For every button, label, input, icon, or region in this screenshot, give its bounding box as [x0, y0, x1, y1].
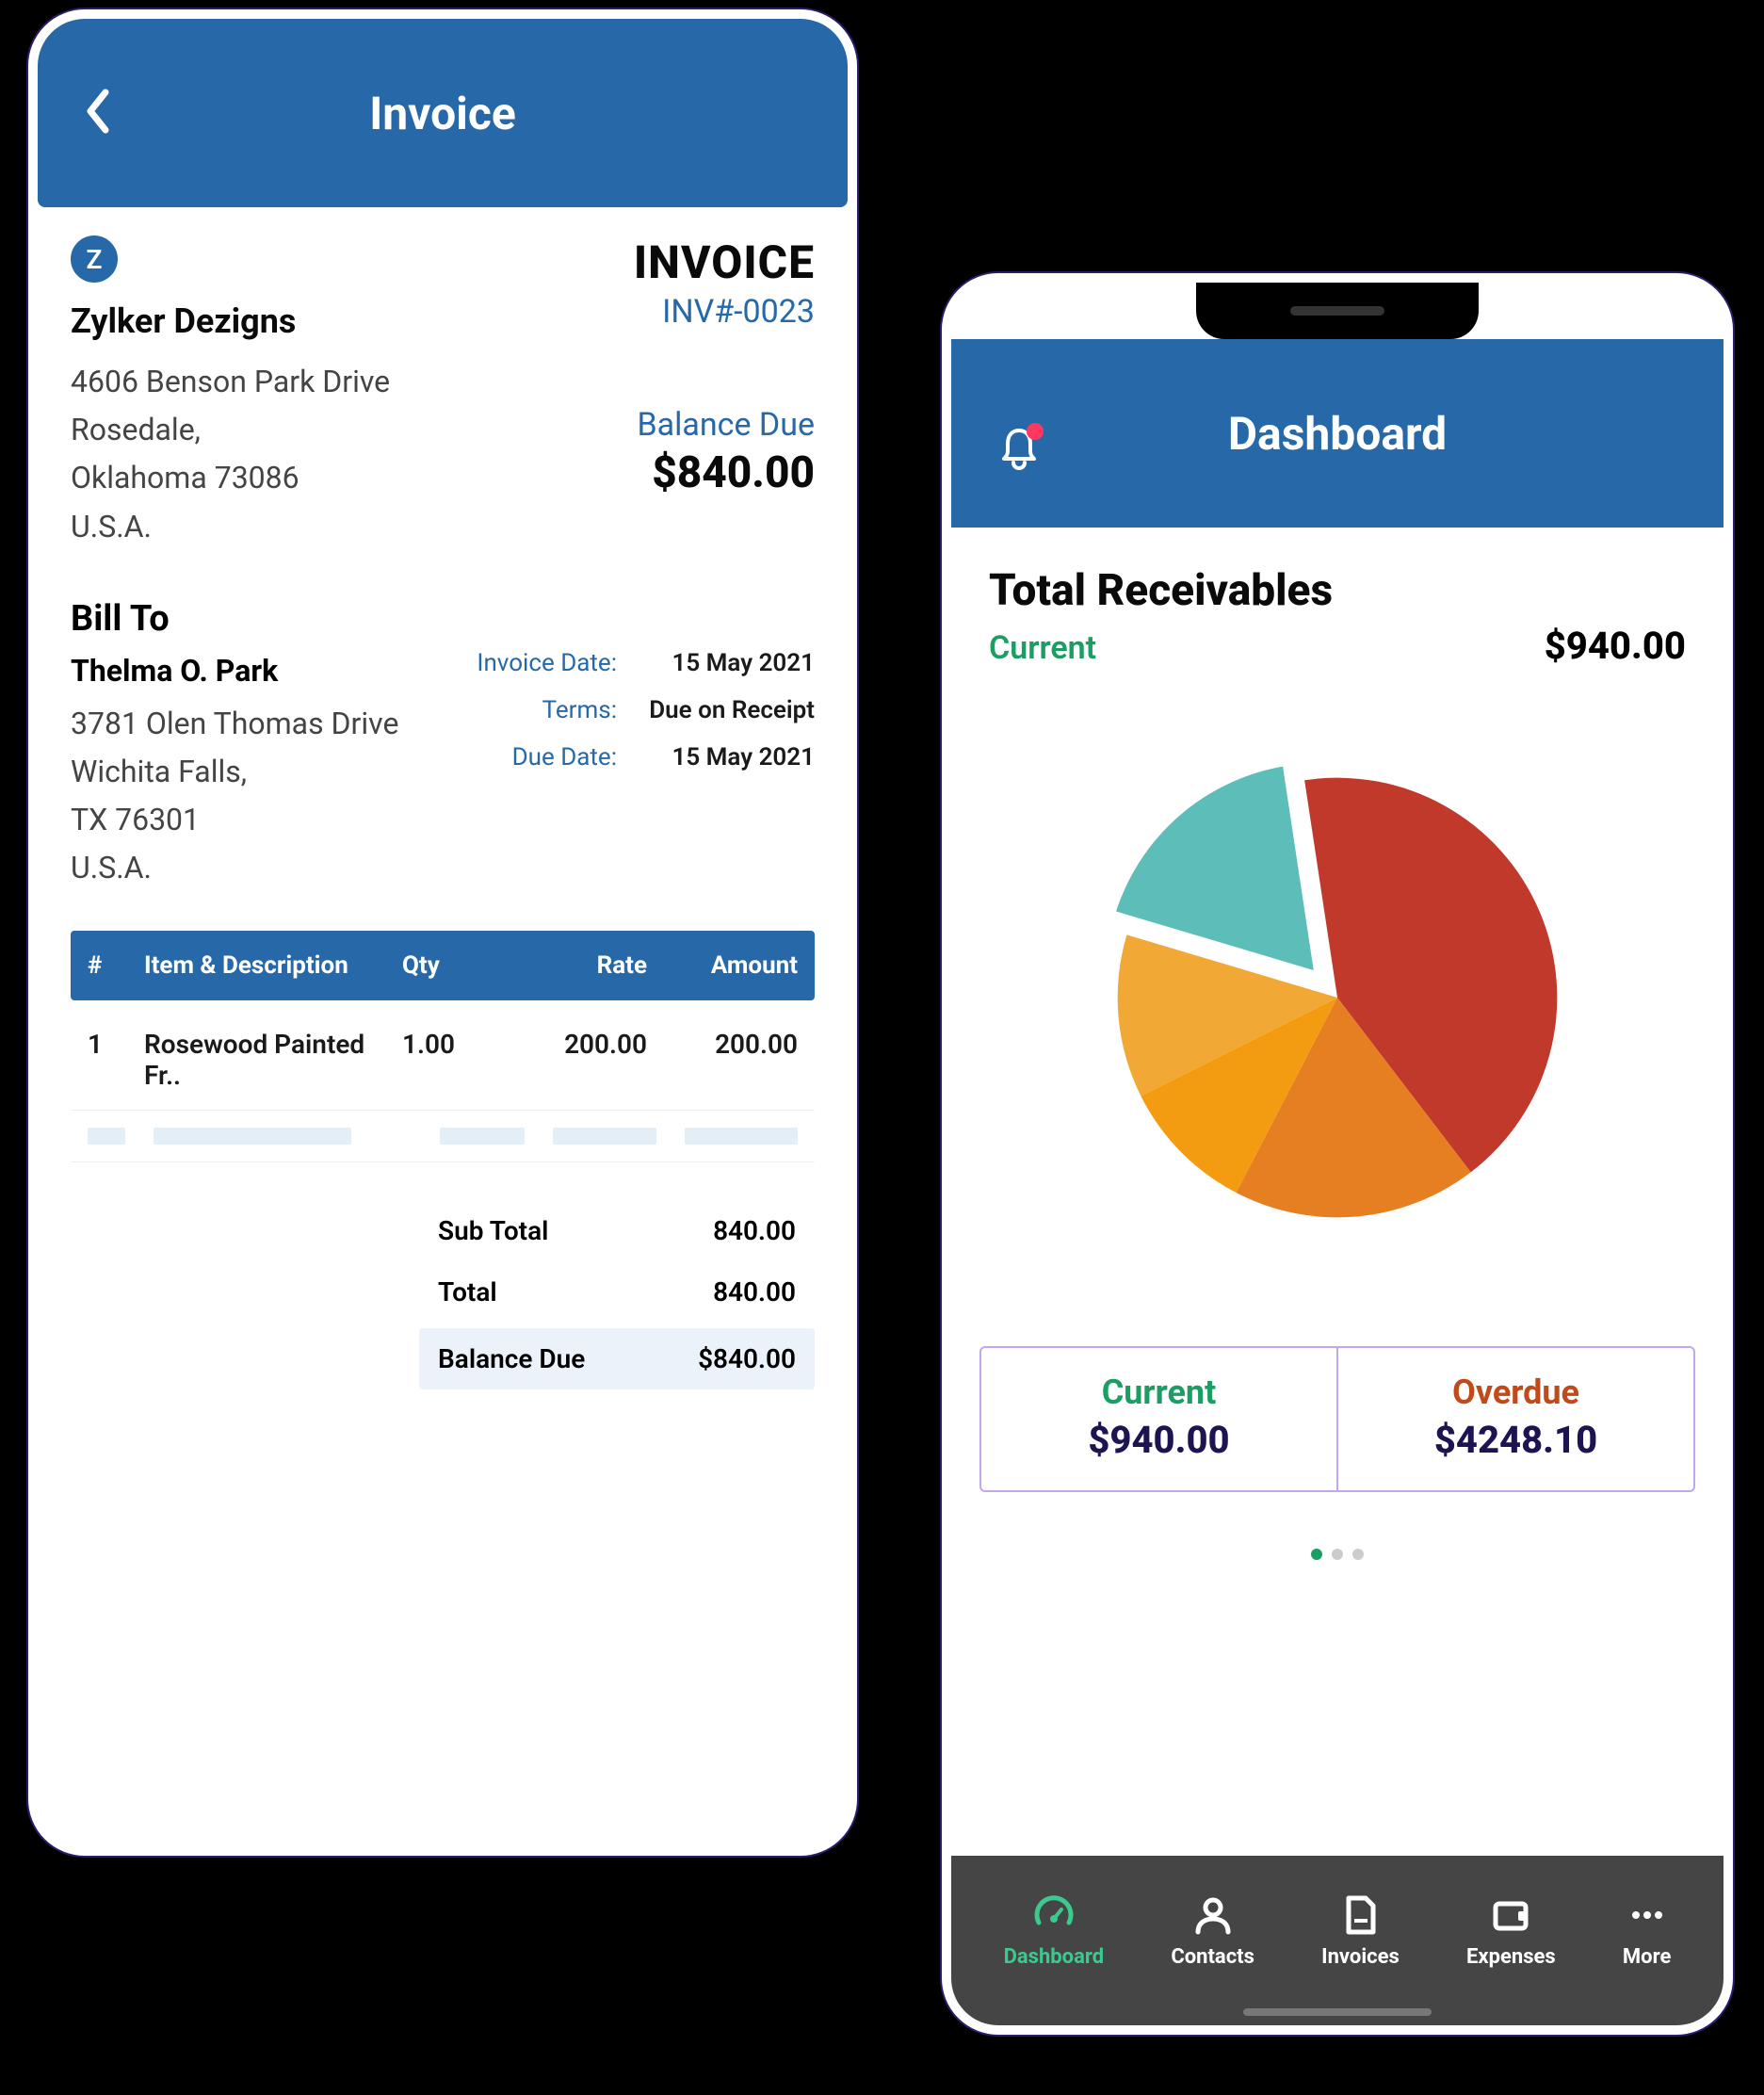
tab-more[interactable]: More [1623, 1894, 1671, 1969]
balance-due-row-label: Balance Due [438, 1343, 585, 1374]
current-amount: $940.00 [1545, 624, 1686, 668]
phone-dashboard: Dashboard Total Receivables Current $940… [942, 273, 1733, 2035]
items-table-header: # Item & Description Qty Rate Amount [71, 931, 815, 1000]
company-address-line: 4606 Benson Park Drive [71, 358, 390, 406]
summary-overdue[interactable]: Overdue $4248.10 [1338, 1348, 1693, 1490]
home-indicator [1243, 2008, 1432, 2016]
invoice-date-value: 15 May 2021 [645, 649, 815, 677]
tab-contacts[interactable]: Contacts [1171, 1894, 1254, 1969]
bill-to-name: Thelma O. Park [71, 653, 398, 689]
col-rate: Rate [506, 951, 647, 980]
col-number: # [88, 951, 144, 980]
person-icon [1192, 1894, 1234, 1936]
due-date-label: Due Date: [512, 743, 617, 771]
terms-label: Terms: [542, 696, 617, 724]
invoice-title: INVOICE [634, 235, 815, 289]
page-dot[interactable] [1311, 1549, 1322, 1560]
col-qty: Qty [402, 951, 506, 980]
back-button[interactable] [85, 89, 111, 138]
wallet-icon [1490, 1894, 1531, 1936]
due-date-value: 15 May 2021 [645, 743, 815, 771]
summary-box: Current $940.00 Overdue $4248.10 [979, 1346, 1695, 1492]
item-qty: 1.00 [402, 1029, 506, 1091]
company-logo: Z [71, 235, 118, 283]
tab-bar: Dashboard Contacts Invoices Expenses Mor… [951, 1856, 1724, 2025]
total-value: 840.00 [713, 1276, 796, 1307]
invoice-number: INV#-0023 [634, 293, 815, 331]
pie-chart [951, 734, 1724, 1261]
bill-to-label: Bill To [71, 598, 398, 640]
gauge-icon [1033, 1894, 1075, 1936]
total-label: Total [438, 1276, 497, 1307]
summary-current[interactable]: Current $940.00 [981, 1348, 1338, 1490]
more-icon [1626, 1894, 1668, 1936]
terms-value: Due on Receipt [645, 696, 815, 724]
summary-current-label: Current [991, 1372, 1327, 1412]
company-name: Zylker Dezigns [71, 301, 390, 341]
page-dot[interactable] [1332, 1549, 1343, 1560]
skeleton-row [71, 1110, 815, 1162]
col-amount: Amount [647, 951, 798, 980]
tab-label: Contacts [1171, 1945, 1254, 1969]
col-description: Item & Description [144, 951, 402, 980]
item-amount: 200.00 [647, 1029, 798, 1091]
item-rate: 200.00 [506, 1029, 647, 1091]
company-address-line: Rosedale, [71, 406, 390, 454]
balance-due-row-value: $840.00 [698, 1343, 796, 1374]
tab-label: Expenses [1466, 1945, 1556, 1969]
notifications-button[interactable] [998, 427, 1040, 476]
balance-due-amount: $840.00 [634, 447, 815, 498]
subtotal-label: Sub Total [438, 1215, 548, 1246]
notification-badge [1027, 423, 1044, 440]
invoice-date-label: Invoice Date: [477, 649, 617, 677]
tab-dashboard[interactable]: Dashboard [1004, 1894, 1105, 1969]
bill-to-address-line: Wichita Falls, [71, 748, 398, 796]
tab-label: Dashboard [1004, 1945, 1105, 1969]
company-address-line: U.S.A. [71, 503, 390, 551]
page-title: Invoice [369, 87, 516, 140]
page-dot[interactable] [1352, 1549, 1364, 1560]
item-num: 1 [88, 1029, 144, 1091]
phone-invoice: Invoice Z Zylker Dezigns 4606 Benson Par… [28, 9, 857, 1856]
invoice-header-bar: Invoice [38, 19, 848, 207]
bill-to-address-line: U.S.A. [71, 844, 398, 892]
balance-due-label: Balance Due [634, 406, 815, 444]
pie-chart-svg [1074, 734, 1601, 1261]
tab-invoices[interactable]: Invoices [1321, 1894, 1400, 1969]
subtotal-value: 840.00 [713, 1215, 796, 1246]
summary-overdue-amount: $4248.10 [1348, 1418, 1684, 1462]
bill-to-address-line: TX 76301 [71, 796, 398, 844]
current-label: Current [989, 629, 1096, 667]
dashboard-header-bar: Dashboard [951, 339, 1724, 528]
tab-expenses[interactable]: Expenses [1466, 1894, 1556, 1969]
chevron-left-icon [85, 89, 111, 134]
total-receivables-title: Total Receivables [989, 565, 1686, 616]
item-desc: Rosewood Painted Fr.. [144, 1029, 402, 1091]
tab-label: More [1623, 1945, 1671, 1969]
table-row[interactable]: 1 Rosewood Painted Fr.. 1.00 200.00 200.… [71, 1000, 815, 1110]
summary-current-amount: $940.00 [991, 1418, 1327, 1462]
page-title: Dashboard [1228, 407, 1447, 461]
tab-label: Invoices [1321, 1945, 1400, 1969]
company-address-line: Oklahoma 73086 [71, 454, 390, 502]
totals: Sub Total 840.00 Total 840.00 Balance Du… [71, 1200, 815, 1389]
invoice-content: Z Zylker Dezigns 4606 Benson Park Drive … [38, 207, 848, 1418]
receivables-section: Total Receivables Current $940.00 [951, 528, 1724, 668]
summary-overdue-label: Overdue [1348, 1372, 1684, 1412]
bill-to-address-line: 3781 Olen Thomas Drive [71, 700, 398, 748]
device-notch [1196, 283, 1479, 339]
document-icon [1339, 1894, 1381, 1936]
page-indicator [951, 1549, 1724, 1560]
